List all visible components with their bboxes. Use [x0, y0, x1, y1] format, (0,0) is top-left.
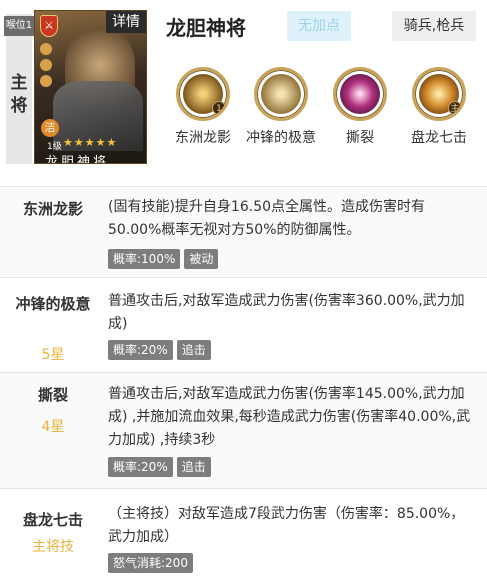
- probability-tag: 概率:20%: [108, 340, 173, 360]
- faction-shield-icon: ⚔: [40, 15, 58, 37]
- equipment-slot-icon[interactable]: [40, 75, 52, 87]
- skill-tags: 概率:20% 追击: [108, 456, 215, 477]
- skill-tier: 4星: [41, 419, 65, 435]
- portrait-name: 龙胆神将: [45, 155, 110, 164]
- rage-cost-tag: 怒气消耗:200: [108, 553, 193, 573]
- skill-description: (固有技能)提升自身16.50点全属性。造成伤害时有50.00%概率无视对方50…: [108, 199, 426, 238]
- skill-tags: 概率:20% 追击: [108, 339, 215, 360]
- hero-header: 喉位1 主将 ⚔ 详情 洁 1级 ★★★★★ 龙胆神将 龙胆神将 无加点 骑兵,…: [0, 0, 487, 172]
- tear-claw-icon[interactable]: [333, 67, 387, 121]
- hero-name: 龙胆神将: [166, 16, 246, 40]
- role-label: 主将: [10, 73, 28, 116]
- skill-icon-label: 盘龙七击: [411, 130, 467, 146]
- detail-button[interactable]: 详情: [106, 11, 146, 33]
- hero-portrait[interactable]: ⚔ 详情 洁 1级 ★★★★★ 龙胆神将: [34, 10, 147, 164]
- skill-description: （主将技）对敌军造成7段武力伤害（伤害率：85.00%，武力加成）: [108, 506, 465, 545]
- skill-icon-label: 撕裂: [346, 130, 374, 146]
- skill-list: 东洲龙影 (固有技能)提升自身16.50点全属性。造成伤害时有50.00%概率无…: [0, 186, 487, 582]
- skill-name: 盘龙七击: [22, 511, 83, 529]
- skill-icon-label: 东洲龙影: [175, 130, 231, 146]
- skill-type-tag: 被动: [184, 249, 219, 269]
- skill-tier: 5星: [41, 347, 65, 363]
- hero-stars: ★★★★★: [63, 136, 118, 149]
- probability-tag: 概率:20%: [108, 457, 173, 477]
- skill-type-tag: 追击: [176, 457, 211, 477]
- skill-row: 冲锋的极意 5星 普通攻击后,对敌军造成武力伤害(伤害率360.00%,武力加成…: [0, 277, 487, 372]
- skill-name: 撕裂: [37, 386, 68, 404]
- skill-icon-label: 冲锋的极意: [246, 130, 316, 146]
- portrait-tag-badge: 洁: [41, 119, 59, 137]
- skill-row: 东洲龙影 (固有技能)提升自身16.50点全属性。造成伤害时有50.00%概率无…: [0, 186, 487, 277]
- bonus-status-button[interactable]: 无加点: [287, 11, 351, 41]
- cavalry-charge-icon[interactable]: [254, 67, 308, 121]
- dragon-strike-icon[interactable]: 主: [412, 67, 466, 121]
- skill-description: 普通攻击后,对敌军造成武力伤害(伤害率360.00%,武力加成): [108, 293, 465, 332]
- skill-icon-badge: 1: [212, 101, 226, 115]
- slot-label: 喉位1: [4, 16, 34, 36]
- skill-description: 普通攻击后,对敌军造成武力伤害(伤害率145.00%,武力加成) ,并施加流血效…: [108, 386, 471, 448]
- equipment-slot-icon[interactable]: [40, 59, 52, 71]
- equipment-slot-icon[interactable]: [40, 43, 52, 55]
- dragon-shadow-icon[interactable]: 1: [176, 67, 230, 121]
- skill-icon-badge: 主: [448, 101, 462, 115]
- skill-row: 撕裂 4星 普通攻击后,对敌军造成武力伤害(伤害率145.00%,武力加成) ,…: [0, 372, 487, 488]
- equipment-slots: [40, 43, 54, 91]
- skill-name: 东洲龙影: [22, 200, 83, 218]
- skill-tags: 怒气消耗:200: [108, 552, 197, 573]
- troop-type-badge: 骑兵,枪兵: [392, 11, 476, 41]
- skill-type-tag: 追击: [176, 340, 211, 360]
- skill-row: 盘龙七击 主将技 （主将技）对敌军造成7段武力伤害（伤害率：85.00%，武力加…: [0, 488, 487, 582]
- probability-tag: 概率:100%: [108, 249, 181, 269]
- skill-tier: 主将技: [32, 539, 74, 555]
- skill-name: 冲锋的极意: [15, 295, 91, 313]
- skill-tags: 概率:100% 被动: [108, 248, 222, 269]
